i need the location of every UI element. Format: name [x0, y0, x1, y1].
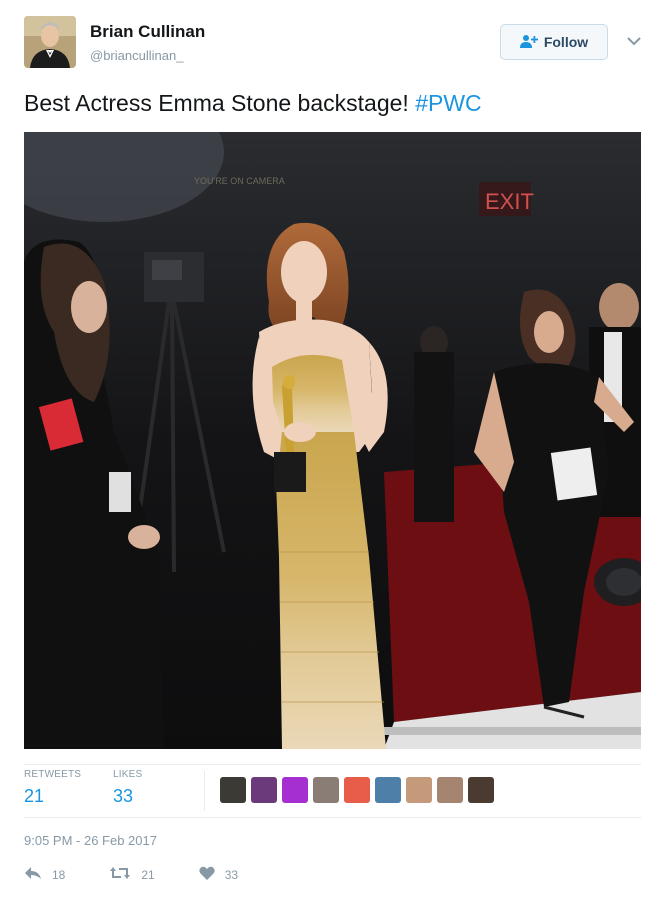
retweets-label: RETWEETS	[24, 769, 82, 780]
liker-avatar[interactable]	[406, 777, 432, 803]
liker-avatar[interactable]	[375, 777, 401, 803]
likes-label: LIKES	[113, 769, 143, 780]
hashtag-link[interactable]: #PWC	[415, 90, 481, 116]
user-name[interactable]: Brian Cullinan	[90, 22, 205, 42]
chevron-down-icon[interactable]	[625, 32, 643, 50]
retweet-button[interactable]: 21	[109, 866, 155, 883]
likes-stat[interactable]: LIKES 33	[113, 769, 142, 807]
liker-avatar[interactable]	[282, 777, 308, 803]
follow-label: Follow	[543, 34, 589, 50]
like-count: 33	[224, 867, 239, 882]
likes-value: 33	[113, 786, 134, 806]
retweets-value: 21	[24, 786, 45, 806]
exit-sign: EXIT	[485, 189, 534, 214]
tweet-actions: 18 21 33	[24, 866, 238, 883]
backstage-photo: YOU'RE ON CAMERA EXIT	[24, 132, 641, 749]
liker-avatars	[220, 777, 494, 803]
reply-button[interactable]: 18	[24, 866, 65, 883]
tweet-photo[interactable]: YOU'RE ON CAMERA EXIT	[24, 132, 641, 749]
liker-avatar[interactable]	[220, 777, 246, 803]
retweet-icon	[109, 866, 131, 883]
timestamp[interactable]: 9:05 PM - 26 Feb 2017	[24, 833, 157, 848]
liker-avatar[interactable]	[251, 777, 277, 803]
stats-divider	[204, 771, 205, 811]
retweets-stat[interactable]: RETWEETS 21	[24, 769, 81, 807]
reply-icon	[24, 866, 42, 883]
tweet-body: Best Actress Emma Stone backstage!	[24, 90, 416, 116]
liker-avatar[interactable]	[468, 777, 494, 803]
tweet-text: Best Actress Emma Stone backstage! #PWC	[24, 90, 482, 117]
liker-avatar[interactable]	[437, 777, 463, 803]
follow-person-plus-icon	[519, 34, 538, 51]
on-camera-sign: YOU'RE ON CAMERA	[194, 176, 285, 186]
heart-icon	[199, 866, 215, 883]
liker-avatar[interactable]	[344, 777, 370, 803]
follow-button[interactable]: Follow	[500, 24, 608, 60]
like-button[interactable]: 33	[199, 866, 238, 883]
liker-avatar[interactable]	[313, 777, 339, 803]
retweet-count: 21	[141, 867, 155, 882]
reply-count: 18	[52, 867, 66, 882]
avatar[interactable]	[24, 16, 76, 68]
user-handle[interactable]: @briancullinan_	[90, 48, 183, 63]
engagement-stats: RETWEETS 21 LIKES 33	[24, 764, 641, 818]
